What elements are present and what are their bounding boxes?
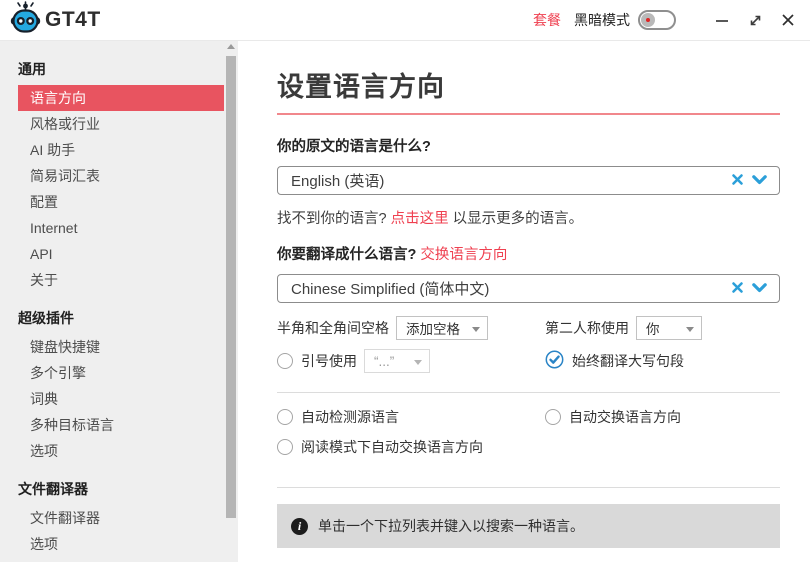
spacing-label: 半角和全角间空格 bbox=[277, 318, 389, 338]
window-controls bbox=[714, 12, 796, 28]
sidebar-item-simple-glossary[interactable]: 简易词汇表 bbox=[18, 163, 224, 189]
dark-mode-toggle[interactable] bbox=[638, 10, 676, 30]
quotes-radio[interactable] bbox=[277, 353, 293, 369]
page-title: 设置语言方向 bbox=[277, 65, 780, 104]
auto-detect-option: 自动检测源语言 bbox=[277, 406, 545, 428]
capitalized-option: 始终翻译大写句段 bbox=[545, 349, 780, 373]
app-logo: GT4T bbox=[10, 1, 101, 39]
language-not-found-help: 找不到你的语言? 点击这里 以显示更多的语言。 bbox=[277, 207, 780, 228]
section-title-file-translator: 文件翻译器 bbox=[18, 477, 238, 501]
sidebar-item-about[interactable]: 关于 bbox=[18, 267, 224, 293]
sidebar-item-multiple-targets[interactable]: 多种目标语言 bbox=[18, 412, 224, 438]
plan-link[interactable]: 套餐 bbox=[533, 10, 561, 30]
source-language-question: 你的原文的语言是什么? bbox=[277, 135, 780, 156]
sidebar-item-internet[interactable]: Internet bbox=[18, 215, 224, 241]
auto-swap-option: 自动交换语言方向 bbox=[545, 406, 780, 428]
sidebar-item-api[interactable]: API bbox=[18, 241, 224, 267]
sidebar-item-keyboard-shortcuts[interactable]: 键盘快捷键 bbox=[18, 334, 224, 360]
check-circle-icon[interactable] bbox=[545, 350, 564, 372]
quotes-label: 引号使用 bbox=[301, 351, 357, 371]
divider bbox=[277, 487, 780, 488]
section-title-general: 通用 bbox=[18, 57, 238, 81]
sidebar-section-super-plugin: 超级插件 键盘快捷键 多个引擎 词典 多种目标语言 选项 bbox=[18, 306, 238, 464]
capitalized-label: 始终翻译大写句段 bbox=[572, 351, 684, 371]
sidebar-item-multiple-engines[interactable]: 多个引擎 bbox=[18, 360, 224, 386]
sidebar: 通用 语言方向 风格或行业 AI 助手 简易词汇表 配置 Internet AP… bbox=[0, 41, 238, 562]
resize-button[interactable] bbox=[747, 12, 763, 28]
sidebar-item-dictionary[interactable]: 词典 bbox=[18, 386, 224, 412]
scrollbar-thumb[interactable] bbox=[226, 56, 236, 518]
sidebar-section-file-translator: 文件翻译器 文件翻译器 选项 bbox=[18, 477, 238, 557]
fine-options: 半角和全角间空格 添加空格 第二人称使用 你 引号使用 “...” bbox=[277, 316, 780, 373]
auto-swap-radio[interactable] bbox=[545, 409, 561, 425]
caret-down-icon bbox=[686, 327, 694, 332]
second-person-label: 第二人称使用 bbox=[545, 318, 629, 338]
titlebar: GT4T 套餐 黑暗模式 bbox=[0, 0, 810, 41]
section-title-super-plugin: 超级插件 bbox=[18, 306, 238, 330]
caret-down-icon bbox=[472, 327, 480, 332]
sidebar-item-language-direction[interactable]: 语言方向 bbox=[18, 85, 224, 111]
source-language-value: English (英语) bbox=[291, 170, 384, 191]
source-language-select[interactable]: English (英语) bbox=[277, 166, 780, 195]
gt4t-window: GT4T 套餐 黑暗模式 bbox=[0, 0, 810, 562]
reading-mode-label: 阅读模式下自动交换语言方向 bbox=[301, 437, 483, 457]
caret-down-icon bbox=[414, 360, 422, 365]
sidebar-item-options-file[interactable]: 选项 bbox=[18, 531, 224, 557]
app-name: GT4T bbox=[45, 8, 101, 32]
settings-panel: 设置语言方向 你的原文的语言是什么? English (英语) 找不到你的语言? bbox=[238, 41, 810, 562]
auto-detect-label: 自动检测源语言 bbox=[301, 407, 399, 427]
clear-icon[interactable] bbox=[732, 280, 743, 298]
auto-detect-radio[interactable] bbox=[277, 409, 293, 425]
reading-mode-radio[interactable] bbox=[277, 439, 293, 455]
sidebar-item-file-translator[interactable]: 文件翻译器 bbox=[18, 505, 224, 531]
tip-box: i 单击一个下拉列表并键入以搜索一种语言。 bbox=[277, 504, 780, 548]
info-icon: i bbox=[291, 518, 308, 535]
swap-direction-link[interactable]: 交换语言方向 bbox=[420, 247, 507, 263]
second-person-option: 第二人称使用 你 bbox=[545, 316, 780, 340]
target-language-question: 你要翻译成什么语言? 交换语言方向 bbox=[277, 243, 780, 264]
robot-logo-icon bbox=[10, 1, 41, 39]
chevron-down-icon[interactable] bbox=[752, 280, 767, 298]
sidebar-item-ai-assistant[interactable]: AI 助手 bbox=[18, 137, 224, 163]
auto-swap-label: 自动交换语言方向 bbox=[569, 407, 681, 427]
dark-mode-label: 黑暗模式 bbox=[574, 10, 630, 30]
clear-icon[interactable] bbox=[732, 172, 743, 190]
minimize-button[interactable] bbox=[714, 12, 730, 28]
reading-mode-option: 阅读模式下自动交换语言方向 bbox=[277, 436, 545, 458]
tip-text: 单击一个下拉列表并键入以搜索一种语言。 bbox=[318, 516, 584, 536]
title-underline bbox=[277, 113, 780, 115]
chevron-down-icon[interactable] bbox=[752, 172, 767, 190]
scrollbar-up-arrow-icon[interactable] bbox=[227, 44, 235, 49]
quotes-option: 引号使用 “...” bbox=[277, 349, 545, 373]
second-person-select[interactable]: 你 bbox=[636, 316, 702, 340]
sidebar-scrollbar[interactable] bbox=[224, 41, 238, 562]
sidebar-section-general: 通用 语言方向 风格或行业 AI 助手 简易词汇表 配置 Internet AP… bbox=[18, 57, 238, 293]
quotes-select[interactable]: “...” bbox=[364, 349, 430, 373]
spacing-select[interactable]: 添加空格 bbox=[396, 316, 488, 340]
click-here-link[interactable]: 点击这里 bbox=[391, 211, 449, 227]
spacing-option: 半角和全角间空格 添加空格 bbox=[277, 316, 545, 340]
sidebar-item-configuration[interactable]: 配置 bbox=[18, 189, 224, 215]
sidebar-item-options-plugin[interactable]: 选项 bbox=[18, 438, 224, 464]
toggle-knob bbox=[641, 13, 655, 27]
sidebar-item-style-industry[interactable]: 风格或行业 bbox=[18, 111, 224, 137]
divider bbox=[277, 392, 780, 393]
titlebar-actions: 套餐 黑暗模式 bbox=[533, 10, 796, 30]
auto-options: 自动检测源语言 自动交换语言方向 阅读模式下自动交换语言方向 bbox=[277, 406, 780, 458]
close-button[interactable] bbox=[780, 12, 796, 28]
target-language-value: Chinese Simplified (简体中文) bbox=[291, 278, 489, 299]
target-language-select[interactable]: Chinese Simplified (简体中文) bbox=[277, 274, 780, 303]
